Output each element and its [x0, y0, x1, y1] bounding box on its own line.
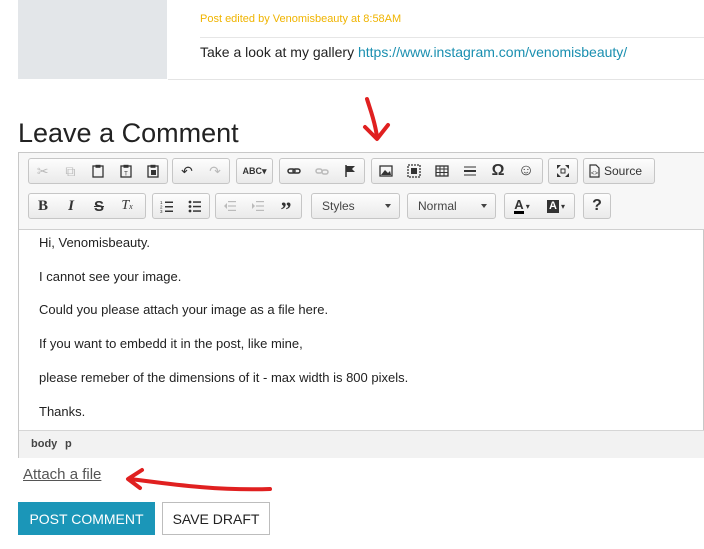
text-color-icon[interactable]: A ▾	[505, 194, 539, 218]
smiley-icon[interactable]: ☺	[512, 159, 540, 183]
redo-icon[interactable]: ↷	[201, 159, 229, 183]
editor-toolbar: ✂ ⧉ T ↶ ↷ ABC▾ Ω ☺ <> Source B I S T x 1…	[19, 153, 704, 230]
editor-line: Hi, Venomisbeauty.	[39, 235, 151, 250]
path-p[interactable]: p	[65, 438, 72, 450]
flash-icon[interactable]	[400, 159, 428, 183]
post-text: Take a look at my gallery https://www.in…	[200, 44, 627, 60]
post-comment-button[interactable]: POST COMMENT	[18, 502, 155, 535]
bulleted-list-icon[interactable]	[181, 194, 209, 218]
numbered-list-icon[interactable]: 123	[153, 194, 181, 218]
editor-line: Thanks.	[39, 404, 86, 419]
path-body[interactable]: body	[31, 438, 57, 450]
post-divider	[200, 37, 704, 38]
format-dropdown[interactable]: Normal	[407, 193, 496, 219]
bold-icon[interactable]: B	[29, 194, 57, 218]
styles-dropdown[interactable]: Styles	[311, 193, 400, 219]
blockquote-icon[interactable]: ”	[272, 190, 300, 222]
strikethrough-icon[interactable]: S	[85, 194, 113, 218]
link-icon[interactable]	[280, 159, 308, 183]
instagram-link[interactable]: https://www.instagram.com/venomisbeauty/	[358, 44, 627, 60]
source-button[interactable]: <> Source	[583, 158, 655, 184]
post-body-panel	[168, 0, 704, 80]
editor-content-area[interactable]: Hi, Venomisbeauty. I cannot see your ima…	[39, 230, 699, 426]
post-body-text: Take a look at my gallery	[200, 44, 355, 60]
annotation-arrow-left-icon	[126, 468, 272, 492]
format-dropdown-label: Normal	[418, 199, 457, 213]
image-icon[interactable]	[372, 159, 400, 183]
table-icon[interactable]	[428, 159, 456, 183]
editor-elements-path: body p	[19, 430, 704, 458]
unlink-icon[interactable]	[308, 159, 336, 183]
copy-icon[interactable]: ⧉	[57, 159, 85, 183]
source-label: Source	[604, 164, 643, 178]
source-icon: <>	[584, 159, 604, 183]
help-group: ?	[583, 193, 611, 219]
history-group: ↶ ↷	[172, 158, 230, 184]
editor-line: I cannot see your image.	[39, 269, 182, 284]
editor-line: If you want to embedd it in the post, li…	[39, 336, 303, 351]
author-avatar-panel	[18, 0, 167, 79]
maximize-icon[interactable]	[549, 159, 577, 183]
colors-group: A ▾ A ▾	[504, 193, 575, 219]
chevron-down-icon	[481, 204, 487, 208]
paste-icon[interactable]	[84, 159, 112, 183]
help-button[interactable]: ?	[584, 194, 610, 218]
post-edited-note: Post edited by Venomisbeauty at 8:58AM	[200, 13, 402, 25]
paste-text-icon[interactable]: T	[112, 159, 140, 183]
undo-icon[interactable]: ↶	[173, 159, 201, 183]
special-char-omega-icon[interactable]: Ω	[484, 159, 512, 183]
editor-line: please remeber of the dimensions of it -…	[39, 370, 409, 385]
attach-file-link[interactable]: Attach a file	[23, 466, 101, 483]
indent-group: ”	[215, 190, 302, 222]
italic-icon[interactable]: I	[57, 194, 85, 218]
spellcheck-group: ABC▾	[236, 158, 273, 184]
maximize-group	[548, 158, 578, 184]
outdent-icon[interactable]	[216, 194, 244, 218]
chevron-down-icon	[385, 204, 391, 208]
cut-icon[interactable]: ✂	[29, 159, 57, 183]
remove-format-icon[interactable]: Tx	[113, 194, 141, 218]
editor-line: Could you please attach your image as a …	[39, 302, 329, 317]
anchor-flag-icon[interactable]	[336, 159, 364, 183]
horizontal-line-icon[interactable]	[456, 159, 484, 183]
spellcheck-icon[interactable]: ABC▾	[237, 159, 272, 183]
svg-text:T: T	[124, 172, 128, 178]
save-draft-button[interactable]: SAVE DRAFT	[162, 502, 270, 535]
indent-icon[interactable]	[244, 194, 272, 218]
background-color-icon[interactable]: A ▾	[539, 194, 573, 218]
svg-text:<>: <>	[591, 171, 599, 177]
list-group: 123	[152, 193, 210, 219]
links-group	[279, 158, 365, 184]
basic-styles-group: B I S Tx	[28, 193, 146, 219]
leave-comment-heading: Leave a Comment	[18, 118, 239, 148]
annotation-arrow-down-icon	[363, 97, 390, 141]
styles-dropdown-label: Styles	[322, 199, 355, 213]
svg-text:3: 3	[160, 209, 163, 213]
paste-from-word-icon[interactable]	[139, 159, 167, 183]
clipboard-group: ✂ ⧉ T	[28, 158, 168, 184]
insert-group: Ω ☺	[371, 158, 543, 184]
